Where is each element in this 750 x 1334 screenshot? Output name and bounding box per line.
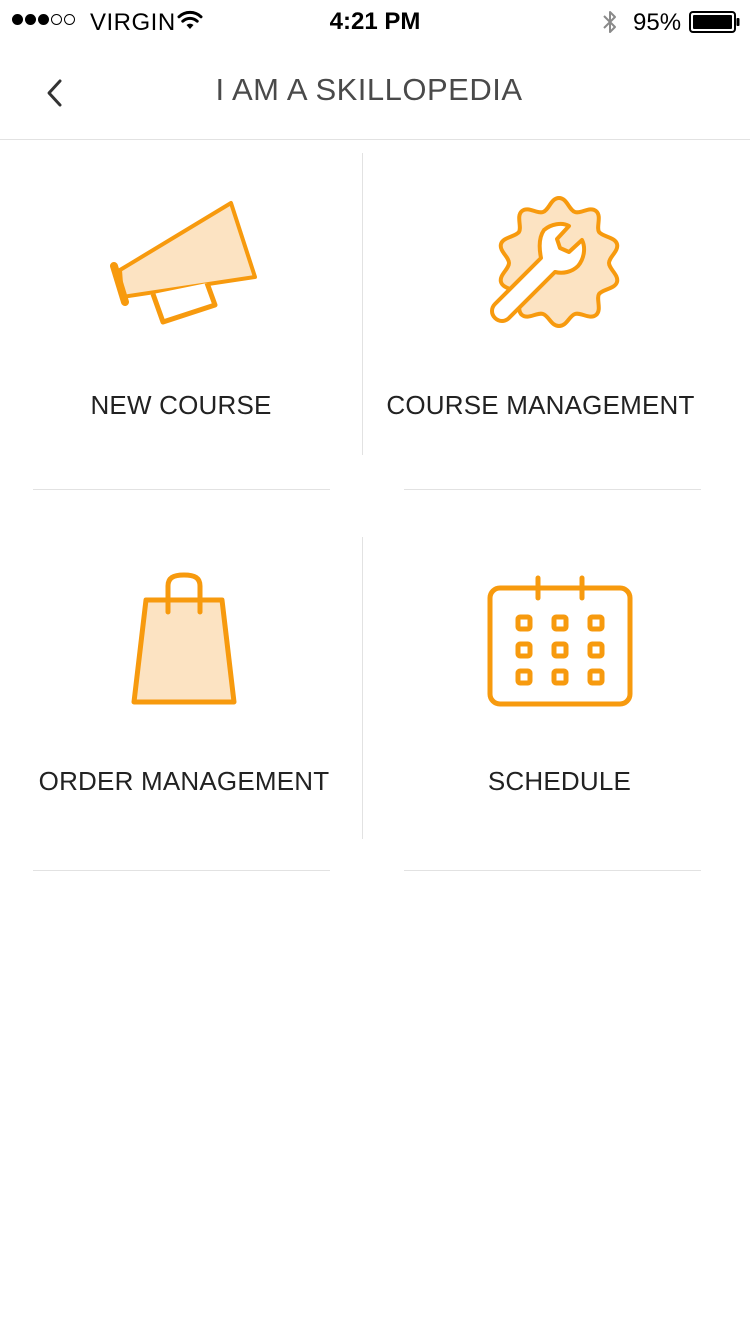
grid-divider-horizontal xyxy=(33,870,330,871)
tile-label: ORDER MANAGEMENT xyxy=(38,766,330,796)
page-title: I AM A SKILLOPEDIA xyxy=(215,72,523,107)
tile-label: SCHEDULE xyxy=(487,766,632,796)
shopping-bag-icon xyxy=(131,572,237,705)
bluetooth-icon xyxy=(603,11,616,33)
schedule-tile[interactable]: SCHEDULE xyxy=(363,530,750,865)
battery-percent: 95% xyxy=(633,9,682,36)
calendar-icon xyxy=(487,575,633,707)
tile-label: COURSE MANAGEMENT xyxy=(386,390,695,420)
gear-wrench-icon xyxy=(490,196,620,328)
order-management-tile[interactable]: ORDER MANAGEMENT xyxy=(0,530,362,865)
new-course-tile[interactable]: NEW COURSE xyxy=(0,145,362,485)
status-bar: VIRGIN 4:21 PM 95% xyxy=(0,0,750,40)
grid-divider-horizontal xyxy=(404,489,701,490)
grid-divider-horizontal xyxy=(33,489,330,490)
battery-icon xyxy=(689,11,740,33)
grid-divider-horizontal xyxy=(404,870,701,871)
course-management-tile[interactable]: COURSE MANAGEMENT xyxy=(363,145,750,485)
megaphone-icon xyxy=(110,201,257,325)
tile-label: NEW COURSE xyxy=(90,390,272,420)
navigation-bar: I AM A SKILLOPEDIA xyxy=(0,40,750,140)
